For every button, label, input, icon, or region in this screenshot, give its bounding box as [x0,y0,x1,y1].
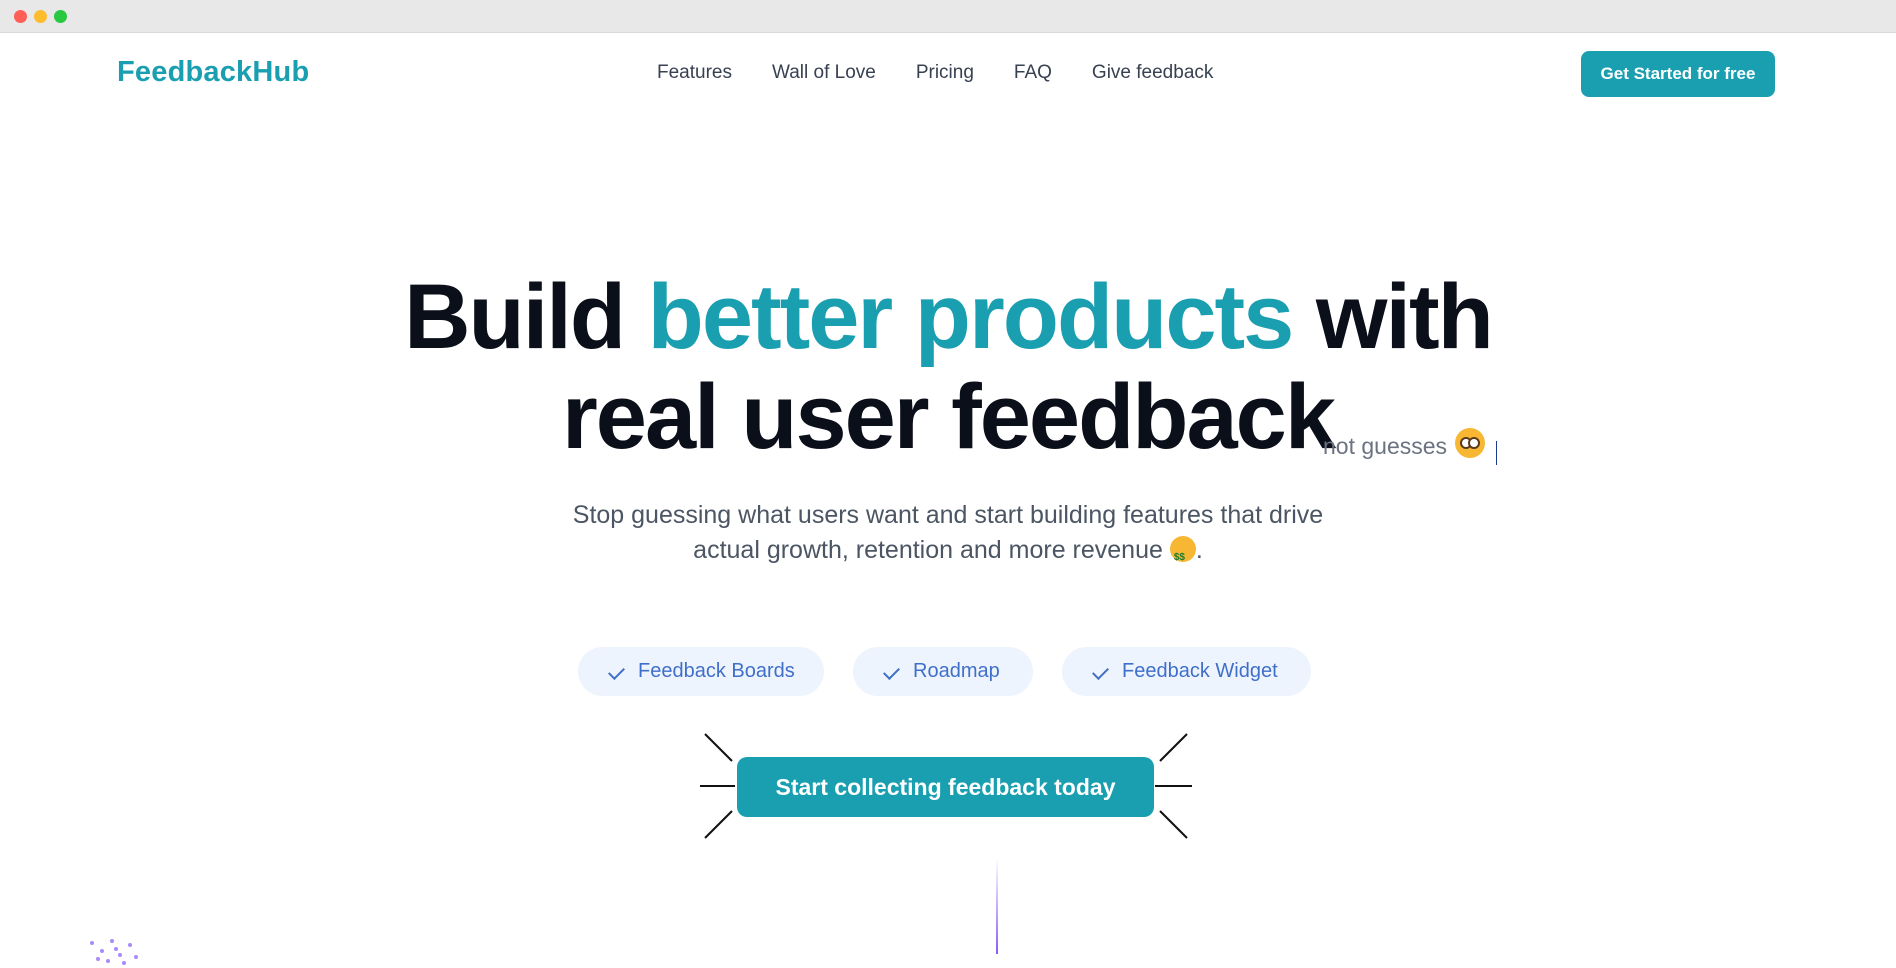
nav-link-features[interactable]: Features [657,62,732,84]
hero-headline-line2: real user feedback [561,366,1336,468]
headline-part2: with [1292,266,1494,368]
typing-caret [1496,441,1497,465]
feature-pill-label: Feedback Boards [638,660,795,682]
feature-pill-feedback-boards: Feedback Boards [578,647,824,696]
nav-link-faq[interactable]: FAQ [1014,62,1052,84]
typed-text: not guesses [1323,433,1448,459]
close-window-button[interactable] [14,10,27,23]
check-icon [608,664,624,680]
headline-part1: Build [404,266,648,368]
money-mouth-face-icon [1169,536,1196,575]
get-started-button[interactable]: Get Started for free [1581,51,1775,97]
nav-link-give-feedback[interactable]: Give feedback [1092,62,1213,84]
subtitle-end: . [1195,536,1203,564]
main-nav: Features Wall of Love Pricing FAQ Give f… [657,62,1213,84]
check-icon [1092,664,1108,680]
feature-pill-label: Roadmap [913,660,1000,682]
subtitle-text: Stop guessing what users want and start … [572,501,1324,564]
maximize-window-button[interactable] [54,10,67,23]
hero-headline-line1: Build better products with [0,265,1896,370]
nav-link-pricing[interactable]: Pricing [916,62,974,84]
sparkle-decoration [88,935,143,968]
flushed-face-icon [1455,428,1485,458]
brand-logo[interactable]: FeedbackHub [117,56,309,89]
feature-pill-label: Feedback Widget [1122,660,1278,682]
check-icon [883,664,899,680]
minimize-window-button[interactable] [34,10,47,23]
feature-pill-feedback-widget: Feedback Widget [1062,647,1311,696]
start-collecting-feedback-button[interactable]: Start collecting feedback today [737,757,1154,817]
hero-subtitle: Stop guessing what users want and start … [548,498,1348,575]
headline-accent: better products [647,266,1295,368]
browser-window-bar [0,0,1896,33]
feature-pill-roadmap: Roadmap [853,647,1033,696]
nav-link-wall-of-love[interactable]: Wall of Love [772,62,876,84]
decorative-beam [996,858,998,954]
